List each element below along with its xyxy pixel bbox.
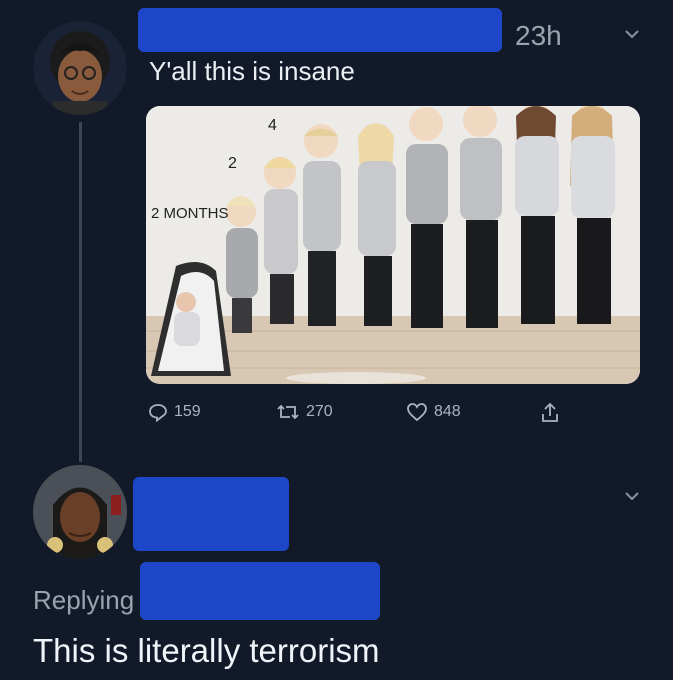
tweet-text: Y'all this is insane [149, 56, 355, 86]
photo-label-2: 2 [228, 155, 237, 172]
thread-line [79, 122, 82, 462]
tweet-photo[interactable]: 2 MONTHS 2 4 [146, 106, 640, 384]
heart-icon [407, 403, 427, 422]
retweet-count: 270 [306, 403, 333, 420]
retweet-action[interactable]: 270 [276, 402, 333, 422]
replying-label: Replying [33, 585, 135, 615]
reply-count: 159 [174, 403, 201, 420]
avatar-user-2[interactable] [33, 465, 127, 559]
share-action[interactable] [540, 402, 560, 424]
chevron-down-icon[interactable] [624, 490, 640, 502]
retweet-icon [277, 404, 299, 420]
redacted-user-name [138, 8, 502, 52]
replying-to-line: Replying [33, 585, 134, 616]
photo-label-4: 4 [268, 117, 277, 134]
share-icon [542, 402, 558, 422]
reply-icon [149, 404, 167, 422]
tweet-timestamp[interactable]: 23h [515, 20, 562, 52]
avatar-user-1[interactable] [33, 21, 127, 115]
like-action[interactable]: 848 [406, 402, 461, 422]
redacted-reply-handle[interactable] [140, 562, 380, 620]
redacted-user-name-2 [133, 477, 289, 551]
tweet-text-2: This is literally terrorism [33, 632, 380, 669]
like-count: 848 [434, 403, 461, 420]
photo-label-2-months: 2 MONTHS [151, 205, 229, 222]
chevron-down-icon[interactable] [624, 28, 640, 40]
reply-action[interactable]: 159 [148, 402, 201, 422]
